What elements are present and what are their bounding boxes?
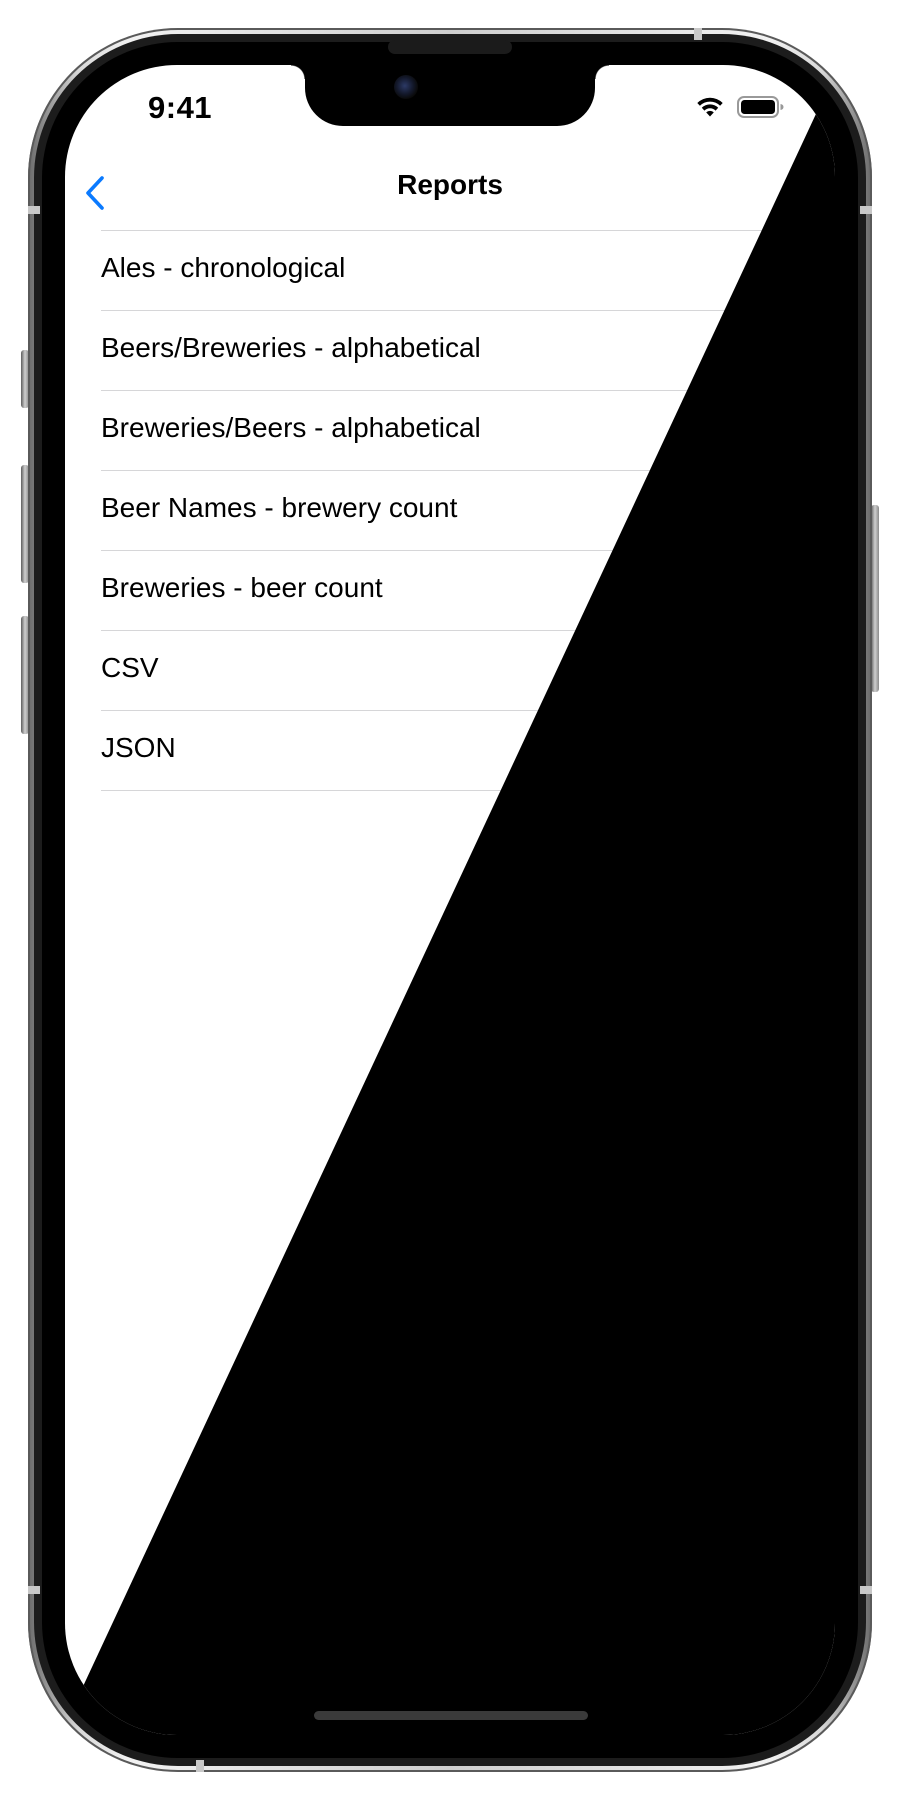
report-item-ales-chronological[interactable]: Ales - chronological bbox=[101, 230, 835, 310]
report-item-label: Breweries/Beers - alphabetical bbox=[101, 412, 481, 443]
device-mockup: 9:41 Reports Ales - chronological Beers/… bbox=[0, 0, 900, 1800]
antenna-line bbox=[860, 1586, 872, 1594]
camera-notch bbox=[291, 65, 609, 126]
antenna-line bbox=[196, 1760, 204, 1772]
antenna-line bbox=[28, 1586, 40, 1594]
front-camera bbox=[394, 75, 418, 99]
power-button bbox=[871, 505, 879, 692]
report-item-label: Beer Names - brewery count bbox=[101, 492, 458, 523]
report-item-label: Beers/Breweries - alphabetical bbox=[101, 332, 481, 363]
report-item-label: Ales - chronological bbox=[101, 252, 346, 283]
earpiece-speaker bbox=[388, 40, 512, 54]
antenna-line bbox=[28, 206, 40, 214]
home-indicator[interactable] bbox=[314, 1711, 588, 1720]
status-time: 9:41 bbox=[148, 90, 213, 125]
wifi-icon bbox=[695, 95, 725, 119]
antenna-line bbox=[860, 206, 872, 214]
phone-screen: 9:41 Reports Ales - chronological Beers/… bbox=[65, 65, 835, 1735]
page-title: Reports bbox=[397, 169, 503, 200]
report-item-label: CSV bbox=[101, 652, 159, 683]
battery-icon bbox=[737, 95, 785, 119]
report-item-label: Breweries - beer count bbox=[101, 572, 383, 603]
report-item-label: JSON bbox=[101, 732, 176, 763]
status-icons bbox=[695, 95, 785, 119]
antenna-line bbox=[694, 28, 702, 40]
